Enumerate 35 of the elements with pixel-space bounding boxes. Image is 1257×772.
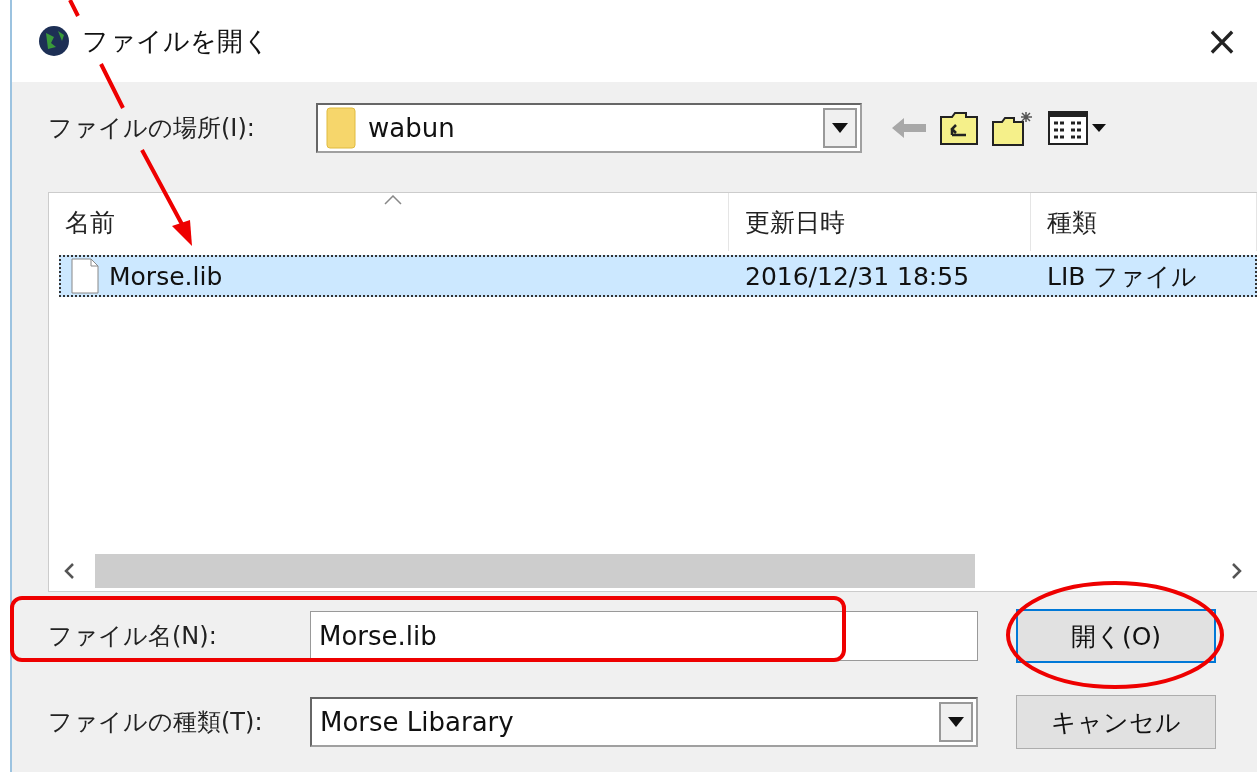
location-label: ファイルの場所(I):	[48, 113, 256, 144]
view-menu-button[interactable]	[1048, 110, 1108, 146]
caret-icon	[832, 123, 848, 133]
file-name-label: ファイル名(N):	[48, 621, 218, 652]
chevron-left-icon	[64, 563, 74, 579]
folder-icon	[326, 107, 356, 149]
file-type-label: ファイルの種類(T):	[48, 707, 264, 738]
file-cell: 2016/12/31 18:55	[745, 261, 970, 291]
up-folder-button[interactable]	[940, 111, 978, 145]
scrollbar-thumb[interactable]	[95, 554, 975, 588]
view-list-icon	[1048, 110, 1108, 146]
file-icon	[71, 258, 99, 294]
file-cell: Morse.lib	[109, 261, 223, 291]
file-name-field[interactable]: Morse.lib	[310, 611, 978, 661]
globe-icon	[36, 23, 72, 59]
column-header[interactable]: 種類	[1031, 193, 1257, 251]
dropdown-button[interactable]	[939, 702, 973, 742]
column-header[interactable]: 更新日時	[729, 193, 1031, 251]
new-folder-icon	[992, 110, 1034, 146]
file-type-dropdown[interactable]: Morse Libarary	[310, 697, 978, 747]
file-cell-text: LIB ファイル	[1047, 260, 1198, 293]
file-type-value: Morse Libarary	[320, 707, 514, 737]
dropdown-button[interactable]	[823, 108, 857, 148]
location-value: wabun	[368, 113, 455, 143]
location-dropdown[interactable]: wabun	[316, 103, 862, 153]
chevron-right-icon	[1232, 563, 1242, 579]
back-arrow-icon	[892, 118, 926, 138]
new-folder-button[interactable]	[992, 110, 1034, 146]
window-title: ファイルを開く	[82, 24, 271, 58]
file-row[interactable]: Morse.lib 2016/12/31 18:55 LIB ファイル	[59, 255, 1257, 297]
close-button[interactable]: ×	[1187, 11, 1257, 71]
open-button[interactable]: 開く(O)	[1016, 609, 1216, 663]
caret-icon	[948, 717, 964, 727]
cancel-button[interactable]: キャンセル	[1016, 695, 1216, 749]
up-folder-icon	[940, 111, 978, 145]
